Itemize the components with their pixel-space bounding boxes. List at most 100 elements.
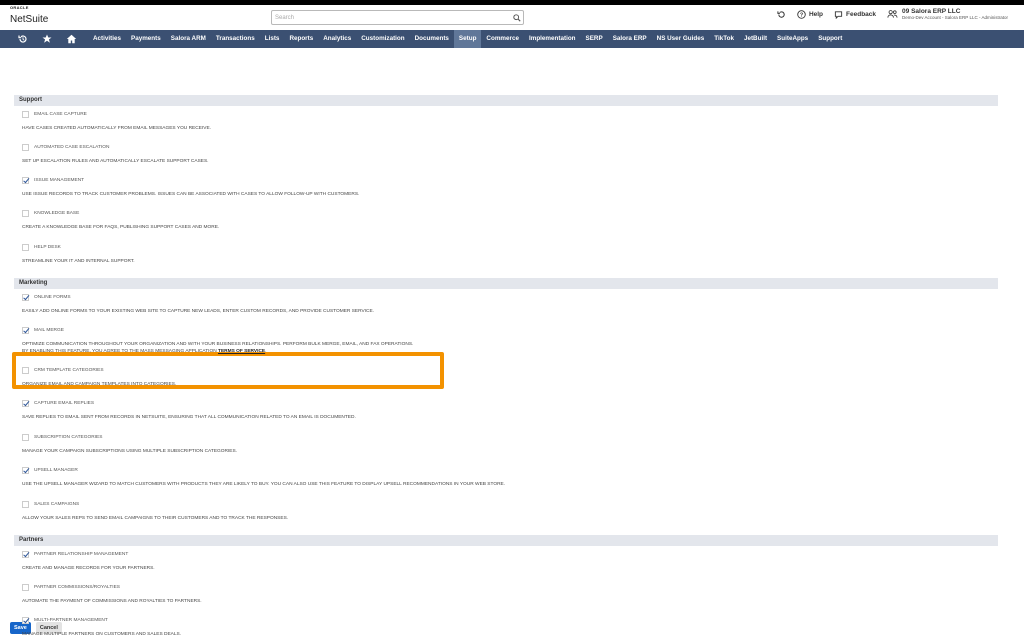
terms-of-service-link[interactable]: Terms of Service xyxy=(218,349,265,354)
nav-item-implementation[interactable]: Implementation xyxy=(524,30,581,48)
logo-oracle-text: ORACLE xyxy=(10,5,29,10)
feature-description-end: . xyxy=(265,349,267,355)
checkbox-mail-merge[interactable] xyxy=(22,327,29,334)
feature-row: Capture Email Replies xyxy=(22,399,992,408)
nav-item-serp[interactable]: SERP xyxy=(581,30,608,48)
feature-label[interactable]: Partner Relationship Management xyxy=(34,552,128,557)
feature-row: Partner Relationship Management xyxy=(22,550,992,559)
feature-upsell-manager: Upsell Manager Use the Upsell Manager Wiz… xyxy=(22,466,992,488)
feature-description-text: Automate the payment of commissions and … xyxy=(22,599,202,604)
account-name: 09 Salora ERP LLC xyxy=(902,8,961,15)
nav-item-documents[interactable]: Documents xyxy=(410,30,454,48)
feature-row: Partner Commissions/Royalties xyxy=(22,583,992,592)
feature-label[interactable]: Subscription Categories xyxy=(34,435,102,440)
nav-item-setup[interactable]: Setup xyxy=(453,30,482,48)
nav-item-customization[interactable]: Customization xyxy=(356,30,409,48)
feature-description-text: Set up escalation rules and automaticall… xyxy=(22,159,209,164)
nav-item-commerce[interactable]: Commerce xyxy=(481,30,524,48)
feature-row: Automated Case Escalation xyxy=(22,143,992,152)
checkbox-help-desk[interactable] xyxy=(22,244,29,251)
nav-item-lists[interactable]: Lists xyxy=(260,30,285,48)
account-switcher[interactable]: 09 Salora ERP LLC Demo-Dev Account - Sal… xyxy=(887,8,1008,21)
nav-item-tiktok[interactable]: TikTok xyxy=(709,30,739,48)
feature-row: Online Forms xyxy=(22,293,992,302)
feature-label[interactable]: Capture Email Replies xyxy=(34,401,94,406)
nav-item-jetbuilt[interactable]: JetBuilt xyxy=(739,30,772,48)
favorites-star-icon[interactable] xyxy=(40,30,54,48)
feature-row: Multi-Partner Management xyxy=(22,616,992,625)
feature-label[interactable]: CRM Template Categories xyxy=(34,368,104,373)
section-header-support: Support xyxy=(14,95,998,106)
checkbox-multi-partner-management[interactable] xyxy=(22,617,29,624)
search-input[interactable]: Search xyxy=(272,15,511,21)
feature-description: Use issue records to track customer prob… xyxy=(22,191,992,198)
recent-icon[interactable] xyxy=(16,30,30,48)
feature-row: Help Desk xyxy=(22,243,992,252)
home-icon[interactable] xyxy=(64,30,78,48)
checkbox-subscription-categories[interactable] xyxy=(22,434,29,441)
nav-item-transactions[interactable]: Transactions xyxy=(211,30,260,48)
nav-item-reports[interactable]: Reports xyxy=(284,30,318,48)
checkbox-automated-case-escalation[interactable] xyxy=(22,144,29,151)
nav-item-salora-erp[interactable]: Salora ERP xyxy=(608,30,652,48)
feature-description: Create a knowledge base for FAQs, publis… xyxy=(22,224,992,231)
checkbox-crm-template-categories[interactable] xyxy=(22,367,29,374)
checkbox-knowledge-base[interactable] xyxy=(22,210,29,217)
feature-description: Manage your campaign subscriptions using… xyxy=(22,448,992,455)
feature-row: Knowledge Base xyxy=(22,209,992,218)
feature-description-text: Streamline your IT and internal support. xyxy=(22,259,135,264)
main-nav: Activities Payments Salora ARM Transactions… xyxy=(0,30,1024,48)
feature-label[interactable]: Multi-Partner Management xyxy=(34,618,108,623)
netsuite-logo[interactable]: ORACLE NetSuite xyxy=(10,6,48,26)
header: ORACLE NetSuite Search ? Help Feedback 0… xyxy=(0,5,1024,30)
checkbox-sales-campaigns[interactable] xyxy=(22,501,29,508)
checkbox-email-case-capture[interactable] xyxy=(22,111,29,118)
feature-label[interactable]: Knowledge Base xyxy=(34,211,79,216)
feature-label[interactable]: Mail Merge xyxy=(34,328,64,333)
feature-subscription-categories: Subscription Categories Manage your campa… xyxy=(22,433,992,455)
feature-description-text: Organize email and campaign templates in… xyxy=(22,382,177,387)
feature-crm-template-categories: CRM Template Categories Organize email an… xyxy=(22,366,992,388)
nav-item-support[interactable]: Support xyxy=(813,30,847,48)
feature-description: Use the Upsell Manager Wizard to match c… xyxy=(22,481,992,488)
checkbox-online-forms[interactable] xyxy=(22,294,29,301)
nav-item-payments[interactable]: Payments xyxy=(126,30,166,48)
section-header-marketing: Marketing xyxy=(14,278,998,289)
nav-item-salora-arm[interactable]: Salora ARM xyxy=(166,30,211,48)
feature-description: Streamline your IT and internal support. xyxy=(22,258,992,265)
feature-description-text: Optimize communication throughout your o… xyxy=(22,342,414,347)
global-search[interactable]: Search xyxy=(271,10,524,25)
checkbox-partner-relationship-management[interactable] xyxy=(22,551,29,558)
feature-label[interactable]: Automated Case Escalation xyxy=(34,145,109,150)
feature-row: CRM Template Categories xyxy=(22,366,992,375)
feature-description-text: Save replies to email sent from records … xyxy=(22,415,356,420)
nav-item-activities[interactable]: Activities xyxy=(88,30,126,48)
feature-description-text: Use issue records to track customer prob… xyxy=(22,192,360,197)
feedback-button[interactable]: Feedback xyxy=(834,10,876,19)
feature-label[interactable]: Email Case Capture xyxy=(34,112,87,117)
checkbox-upsell-manager[interactable] xyxy=(22,467,29,474)
feature-mail-merge: Mail Merge Optimize communication through… xyxy=(22,326,992,355)
feature-label[interactable]: Sales Campaigns xyxy=(34,502,79,507)
nav-item-analytics[interactable]: Analytics xyxy=(318,30,356,48)
feature-description-text: Easily add online forms to your existing… xyxy=(22,309,375,314)
feature-description-text: Allow your sales reps to send email camp… xyxy=(22,516,289,521)
checkbox-capture-email-replies[interactable] xyxy=(22,400,29,407)
feature-automated-case-escalation: Automated Case Escalation Set up escalati… xyxy=(22,143,992,165)
feature-label[interactable]: Upsell Manager xyxy=(34,468,78,473)
feedback-label: Feedback xyxy=(846,10,877,18)
feature-label[interactable]: Issue Management xyxy=(34,178,84,183)
feature-description-text: Create a knowledge base for FAQs, publis… xyxy=(22,225,220,230)
search-icon[interactable] xyxy=(511,12,523,24)
help-button[interactable]: ? Help xyxy=(797,10,823,19)
feature-email-case-capture: Email Case Capture Have cases created aut… xyxy=(22,110,992,132)
feature-label[interactable]: Help Desk xyxy=(34,245,61,250)
feature-issue-management: Issue Management Use issue records to tra… xyxy=(22,176,992,198)
feature-label[interactable]: Online Forms xyxy=(34,295,71,300)
feature-label[interactable]: Partner Commissions/Royalties xyxy=(34,585,120,590)
nav-item-suiteapps[interactable]: SuiteApps xyxy=(772,30,813,48)
recent-records-button[interactable] xyxy=(777,10,786,19)
checkbox-issue-management[interactable] xyxy=(22,177,29,184)
nav-item-ns-user-guides[interactable]: NS User Guides xyxy=(652,30,710,48)
checkbox-partner-commissions-royalties[interactable] xyxy=(22,584,29,591)
